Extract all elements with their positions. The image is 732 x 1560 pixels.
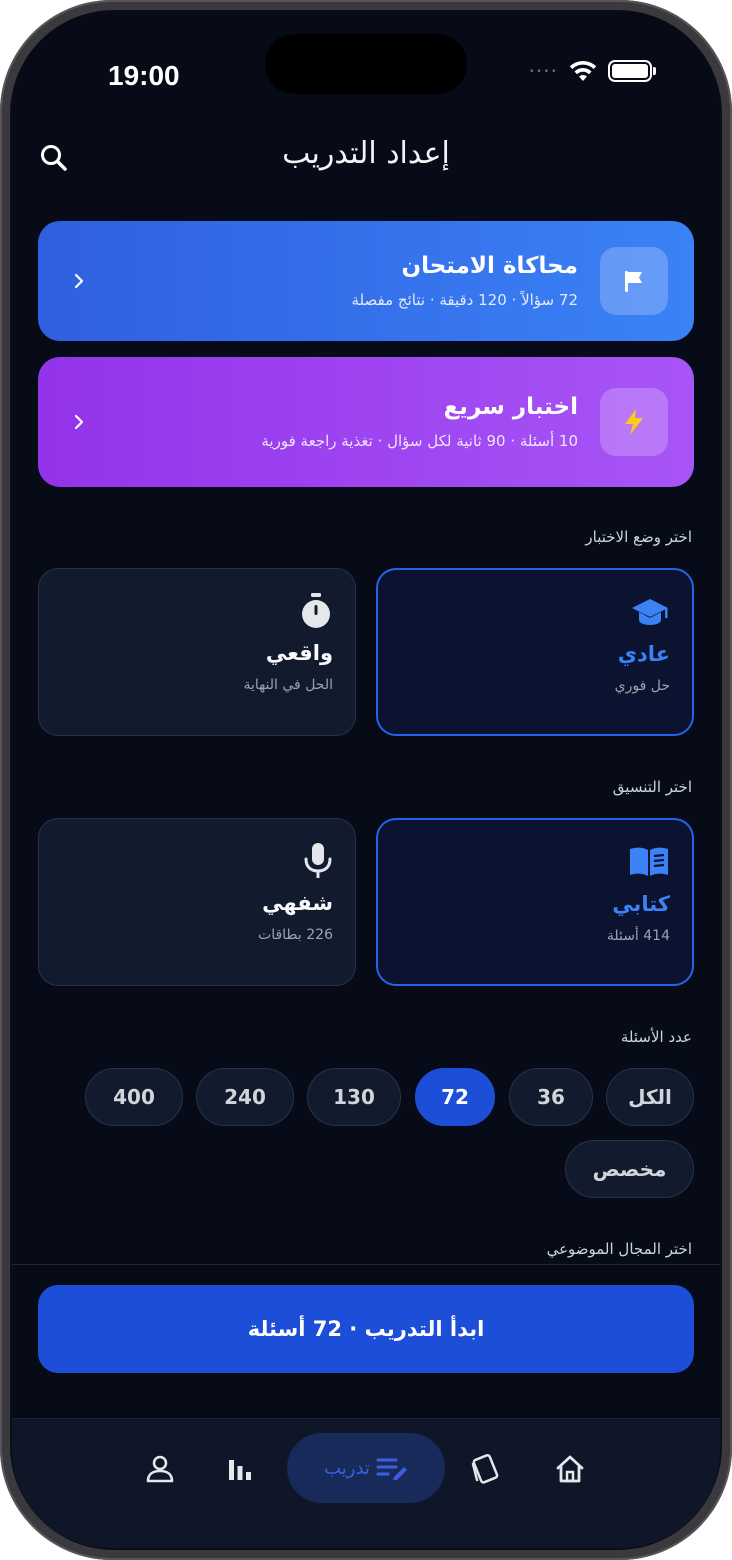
count-chip-400[interactable]: 400 [85,1068,183,1126]
stopwatch-icon [302,593,330,628]
lightning-icon [625,409,643,435]
tab-home[interactable] [542,1447,598,1491]
count-chip-72[interactable]: 72 [415,1068,495,1126]
stats-icon [229,1460,251,1480]
quick-card-title: اختبار سريع [443,394,578,420]
count-chip-130[interactable]: 130 [307,1068,401,1126]
chevron-left-icon [74,414,84,430]
mode-option-realistic[interactable]: واقعي الحل في النهاية [38,568,356,736]
format-option-title: شفهي [262,891,333,915]
mode-option-title: واقعي [265,641,333,665]
battery-icon [608,60,656,82]
quick-icon-box [600,388,668,456]
format-label: اختر التنسيق [612,778,692,796]
graduation-cap-icon [632,599,668,625]
tab-stats[interactable] [212,1447,268,1491]
tab-flashcards[interactable] [457,1447,513,1491]
mode-option-subtitle: الحل في النهاية [243,677,333,693]
format-option-title: كتابي [612,892,670,916]
tab-practice[interactable]: تدريب [287,1433,445,1503]
dynamic-island [265,34,467,94]
flag-icon [625,271,642,292]
format-option-oral[interactable]: شفهي 226 بطاقات [38,818,356,986]
book-icon [630,847,668,876]
exam-card-title: محاكاة الامتحان [401,253,578,279]
tab-practice-label: تدريب [324,1457,370,1479]
test-mode-label: اختر وضع الاختبار [585,528,692,546]
question-count-label: عدد الأسئلة [620,1028,692,1046]
page-title: إعداد التدريب [282,136,450,171]
count-chip-all[interactable]: الكل [606,1068,694,1126]
tab-profile[interactable] [132,1447,188,1491]
format-option-subtitle: 414 أسئلة [606,928,670,944]
flashcards-icon [471,1454,499,1484]
mode-option-normal[interactable]: عادي حل فوري [376,568,694,736]
status-icons: ···· [528,54,656,88]
cellular-signal-icon: ···· [528,59,558,83]
home-icon [556,1455,584,1483]
status-time: 19:00 [108,60,180,91]
count-chip-custom[interactable]: مخصص [565,1140,694,1198]
quick-card-subtitle: 10 أسئلة · 90 ثانية لكل سؤال · تغذية راج… [261,432,578,450]
format-option-subtitle: 226 بطاقات [258,927,333,943]
format-option-written[interactable]: كتابي 414 أسئلة [376,818,694,986]
start-practice-button[interactable]: ابدأ التدريب · 72 أسئلة [38,1285,694,1373]
count-chip-240[interactable]: 240 [196,1068,294,1126]
chevron-left-icon [74,273,84,289]
profile-icon [146,1455,174,1483]
app-screen: 19:00 ···· إعداد التدريب محاكاة الامتحان… [12,12,720,1548]
mode-option-title: عادي [617,642,670,666]
divider [12,1264,720,1265]
mode-option-subtitle: حل فوري [614,678,670,694]
count-chip-36[interactable]: 36 [509,1068,593,1126]
exam-simulation-card[interactable]: محاكاة الامتحان 72 سؤالاً · 120 دقيقة · … [38,221,694,341]
practice-icon [376,1458,407,1480]
wifi-icon [569,60,597,81]
exam-icon-box [600,247,668,315]
subject-label: اختر المجال الموضوعي [546,1240,692,1258]
tab-bar: تدريب [12,1418,720,1548]
exam-card-subtitle: 72 سؤالاً · 120 دقيقة · نتائج مفصلة [351,291,578,309]
quick-test-card[interactable]: اختبار سريع 10 أسئلة · 90 ثانية لكل سؤال… [38,357,694,487]
microphone-icon [304,843,332,878]
